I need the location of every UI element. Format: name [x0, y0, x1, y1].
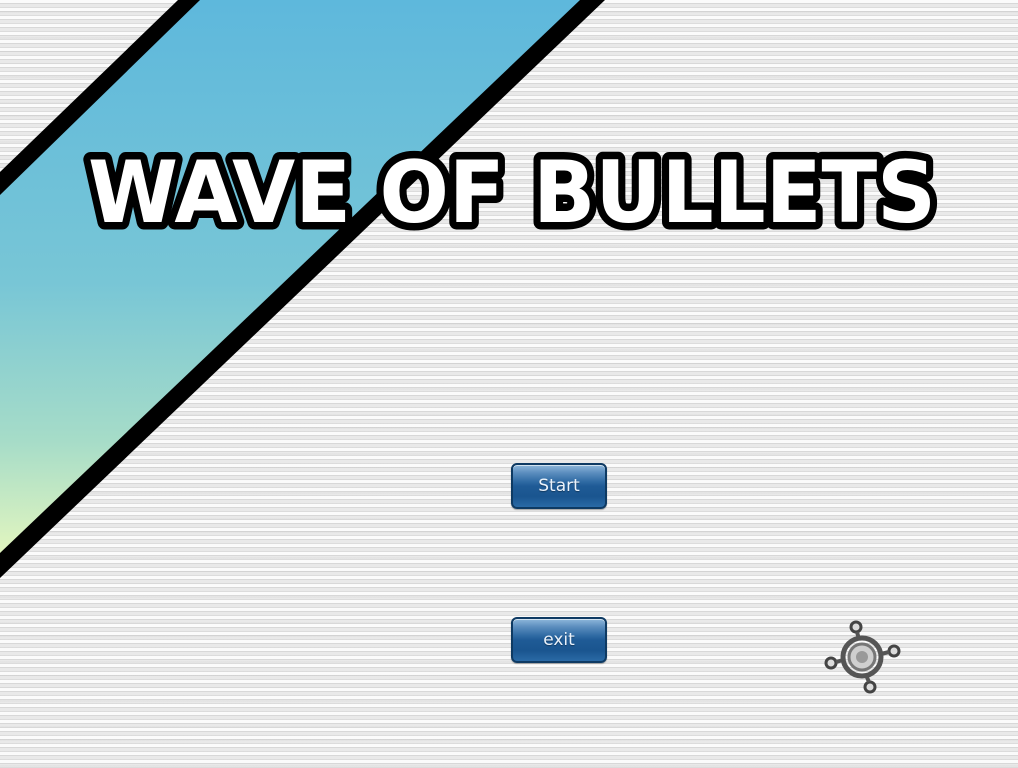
start-button-label: Start [538, 476, 580, 496]
main-menu-screen: WAVE OF BULLETS Start exit [0, 0, 1018, 768]
exit-button[interactable]: exit [511, 617, 607, 663]
game-title: WAVE OF BULLETS [81, 136, 944, 249]
exit-button-label: exit [543, 630, 575, 650]
player-ship-icon [824, 620, 901, 694]
game-title-text: WAVE OF BULLETS [88, 143, 936, 243]
start-button[interactable]: Start [511, 463, 607, 509]
